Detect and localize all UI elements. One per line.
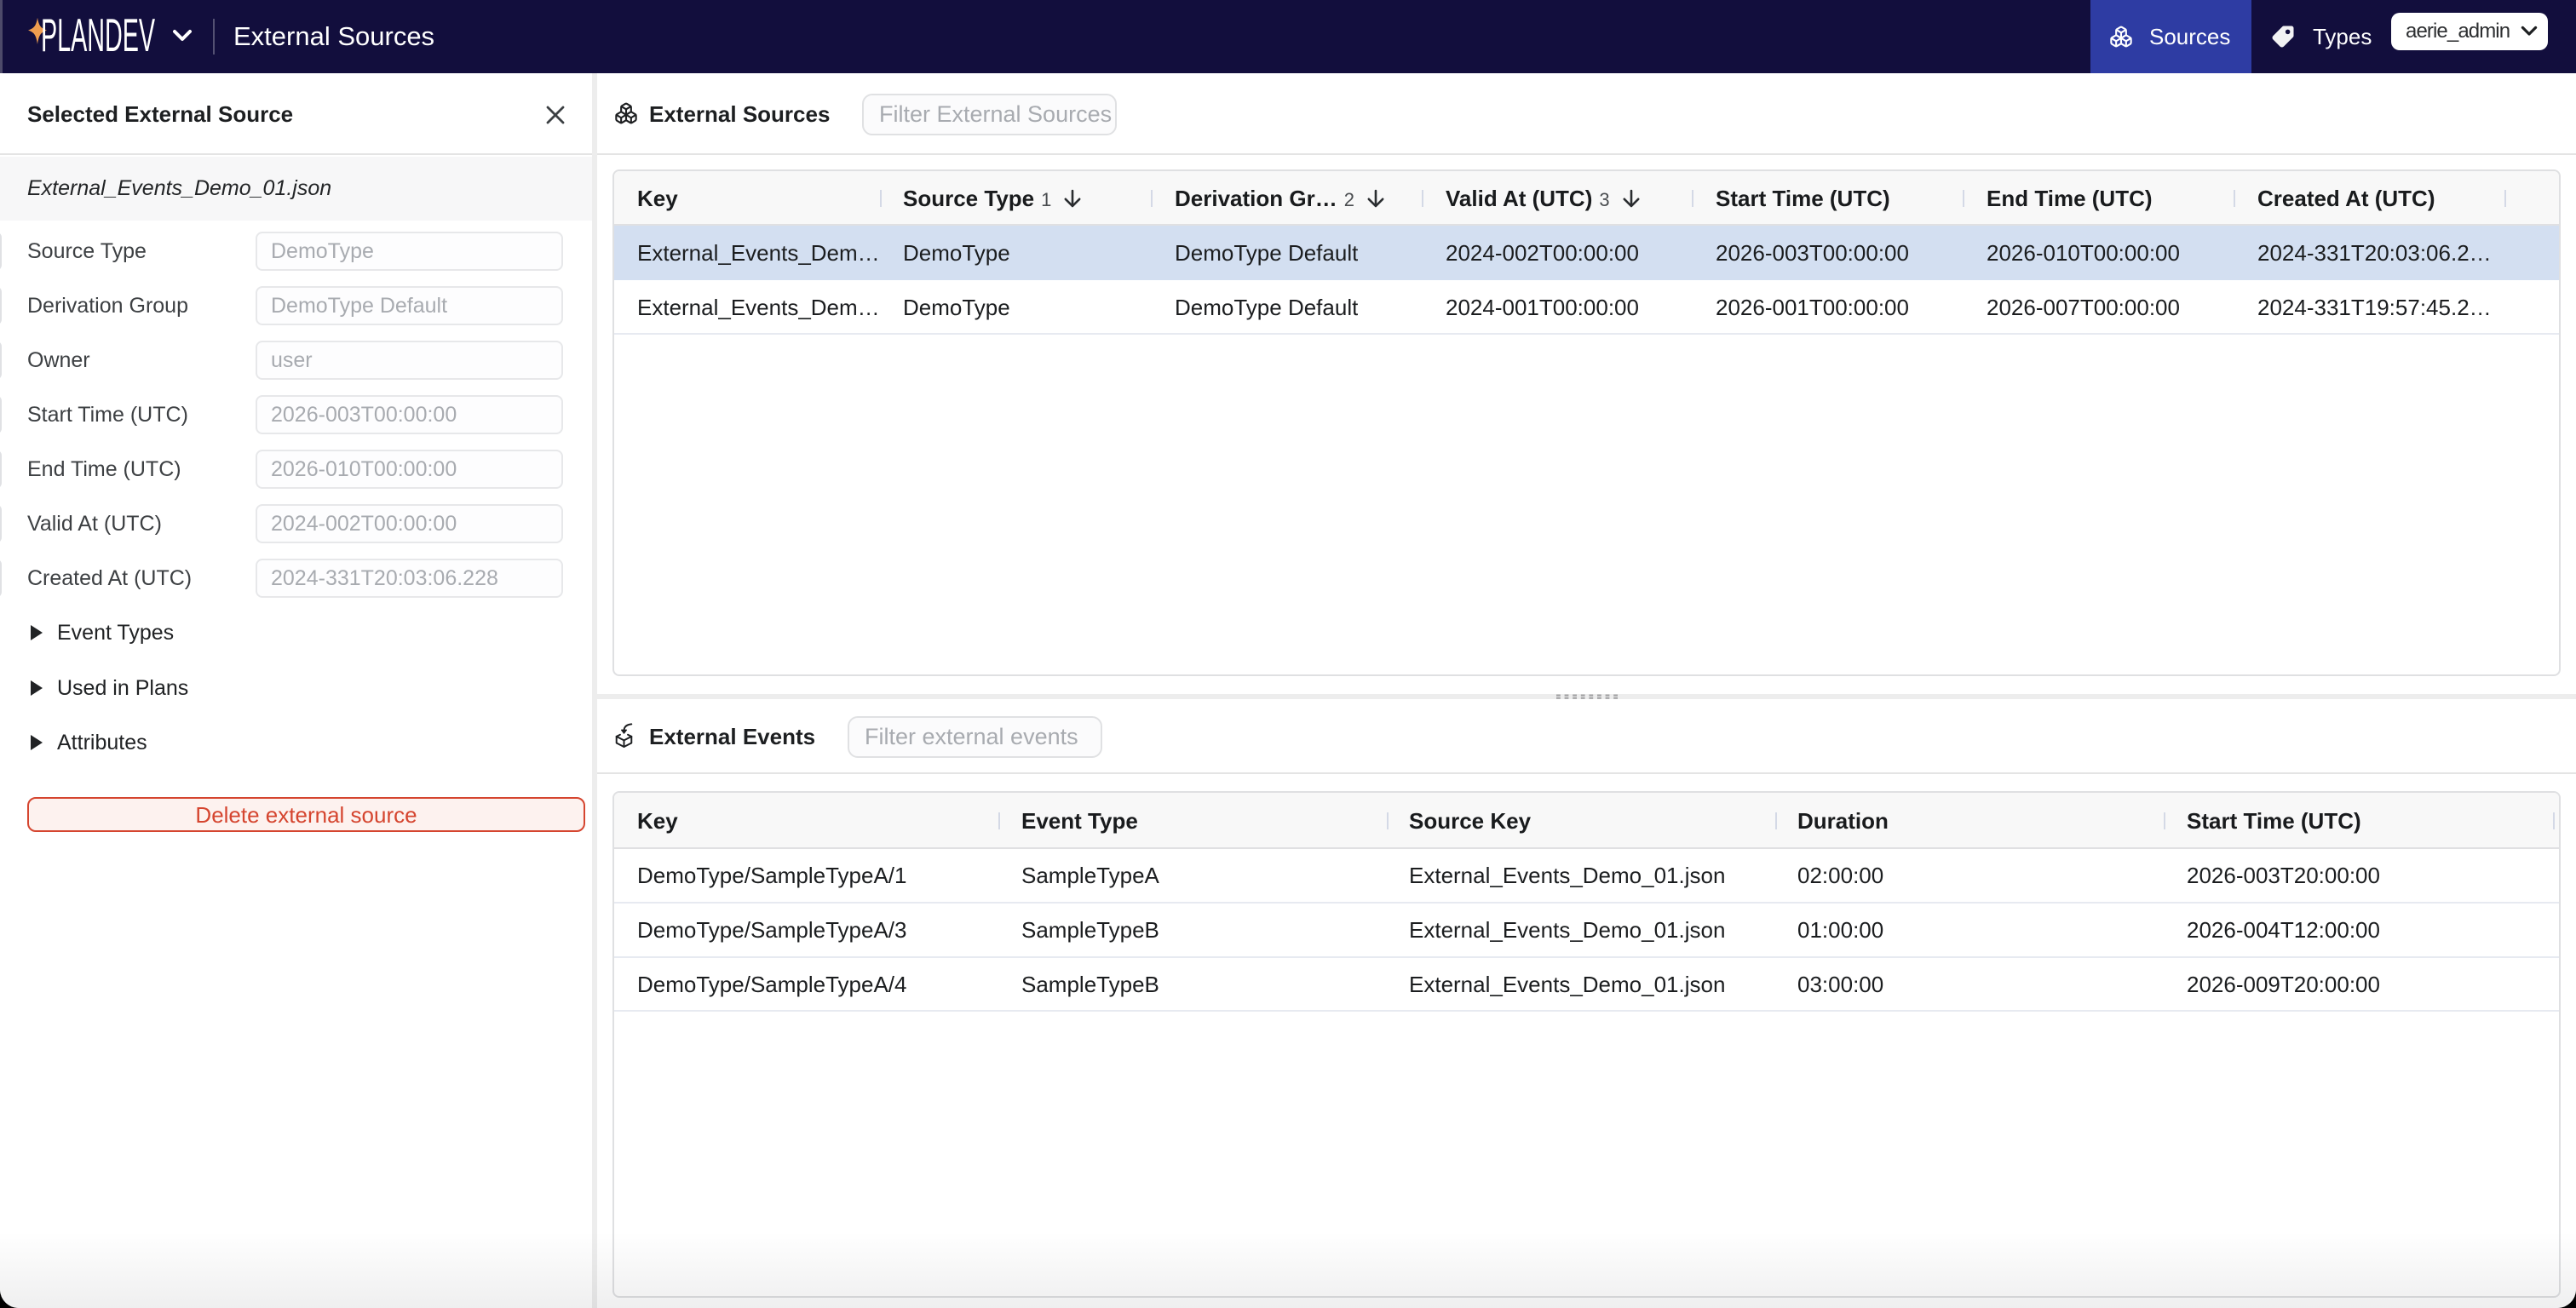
- svg-text:PLANDEV: PLANDEV: [41, 15, 155, 61]
